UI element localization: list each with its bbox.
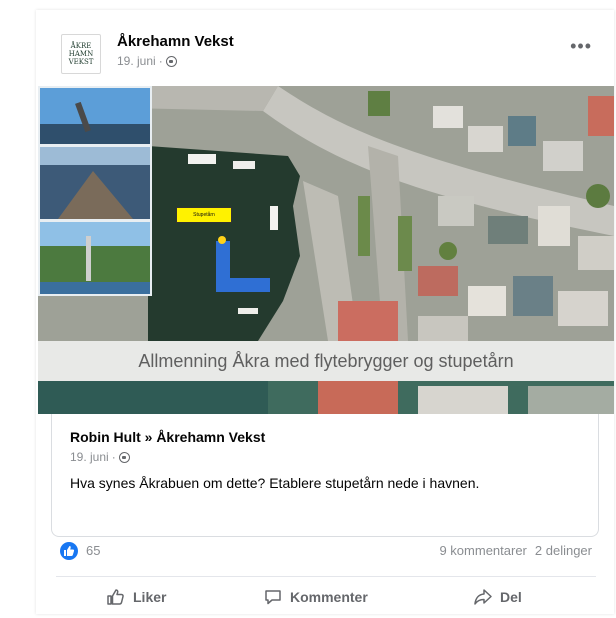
globe-icon — [118, 451, 130, 463]
map-label: Stupetårn — [176, 207, 232, 223]
like-button[interactable]: Liker — [106, 580, 166, 614]
comment-icon — [265, 590, 281, 605]
more-icon[interactable]: ••• — [570, 37, 592, 55]
post-card: ÅKRE HAMN VEKST Åkrehamn Vekst 19. juni … — [36, 10, 614, 614]
page-name-link[interactable]: Åkrehamn Vekst — [117, 33, 234, 50]
comment-button[interactable]: Kommenter — [263, 580, 368, 614]
share-button[interactable]: Del — [473, 580, 522, 614]
comment-button-label: Kommenter — [290, 589, 368, 605]
shared-author-link[interactable]: Robin Hult » Åkrehamn Vekst — [70, 429, 265, 445]
share-icon — [474, 589, 492, 605]
shared-post[interactable]: Robin Hult » Åkrehamn Vekst 19. juni · H… — [51, 414, 599, 537]
avatar-line: HAMN — [68, 50, 94, 58]
globe-icon — [165, 55, 177, 67]
meta-separator: · — [111, 450, 116, 464]
post-image[interactable]: Stupetårn Allmenning Åkra med flytebrygg… — [38, 86, 614, 414]
shares-count-link[interactable]: 2 delinger — [535, 543, 592, 558]
share-button-label: Del — [500, 589, 522, 605]
shared-date[interactable]: 19. juni — [70, 450, 109, 464]
post-header: ÅKRE HAMN VEKST Åkrehamn Vekst 19. juni … — [36, 10, 614, 86]
actions-divider — [56, 576, 596, 577]
post-meta: 19. juni · — [117, 54, 177, 68]
comments-count-link[interactable]: 9 kommentarer — [439, 543, 526, 558]
post-actions: Liker Kommenter Del — [36, 580, 614, 614]
meta-separator: · — [158, 54, 163, 68]
thumbs-up-icon — [107, 589, 124, 605]
engagement-counts: 9 kommentarer 2 delinger — [439, 543, 592, 558]
post-stats: 65 9 kommentarer 2 delinger — [36, 538, 614, 564]
like-button-label: Liker — [133, 589, 167, 605]
page-avatar[interactable]: ÅKRE HAMN VEKST — [61, 34, 101, 74]
image-caption: Allmenning Åkra med flytebrygger og stup… — [38, 341, 614, 381]
avatar-line: ÅKRE — [70, 42, 92, 50]
reaction-count[interactable]: 65 — [86, 543, 100, 558]
avatar-line: VEKST — [68, 58, 94, 66]
post-date[interactable]: 19. juni — [117, 54, 156, 68]
shared-meta: 19. juni · — [70, 450, 130, 464]
like-reaction-icon[interactable] — [60, 542, 78, 560]
shared-post-text: Hva synes Åkrabuen om dette? Etablere st… — [70, 475, 480, 491]
